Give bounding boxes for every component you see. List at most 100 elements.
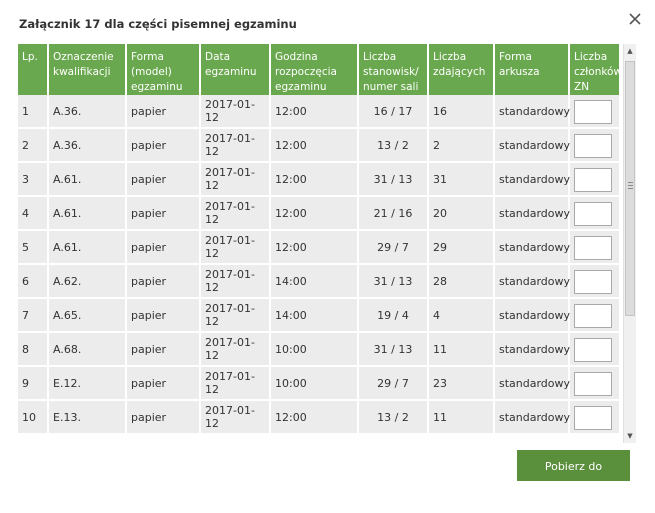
zn-members-input[interactable] bbox=[574, 235, 612, 260]
cell-qualification: A.61. bbox=[49, 163, 127, 197]
zn-members-input[interactable] bbox=[574, 337, 612, 362]
cell-zn-members bbox=[570, 95, 621, 129]
cell-qualification: E.12. bbox=[49, 367, 127, 401]
cell-sheet-form: standardowy bbox=[495, 129, 570, 163]
cell-lp: 4 bbox=[18, 197, 49, 231]
cell-zn-members bbox=[570, 231, 621, 265]
zn-members-input[interactable] bbox=[574, 371, 612, 396]
cell-candidates: 23 bbox=[429, 367, 495, 401]
cell-exam-form: papier bbox=[127, 95, 201, 129]
cell-exam-date: 2017-01-12 bbox=[201, 197, 271, 231]
scrollbar-thumb[interactable] bbox=[625, 61, 635, 316]
zn-members-input[interactable] bbox=[574, 201, 612, 226]
cell-exam-form: papier bbox=[127, 129, 201, 163]
header-lp: Lp. bbox=[18, 44, 49, 95]
download-button[interactable]: Pobierz do wydruku bbox=[517, 450, 630, 504]
cell-lp: 9 bbox=[18, 367, 49, 401]
cell-exam-form: papier bbox=[127, 367, 201, 401]
cell-stations-room: 16 / 17 bbox=[359, 95, 429, 129]
cell-exam-date: 2017-01-12 bbox=[201, 265, 271, 299]
cell-zn-members bbox=[570, 163, 621, 197]
cell-stations-room: 29 / 7 bbox=[359, 367, 429, 401]
cell-zn-members bbox=[570, 129, 621, 163]
dialog-title: Załącznik 17 dla części pisemnej egzamin… bbox=[19, 17, 297, 31]
cell-sheet-form: standardowy bbox=[495, 163, 570, 197]
cell-candidates: 11 bbox=[429, 333, 495, 367]
cell-sheet-form: standardowy bbox=[495, 299, 570, 333]
cell-lp: 10 bbox=[18, 401, 49, 435]
cell-candidates: 28 bbox=[429, 265, 495, 299]
cell-exam-form: papier bbox=[127, 197, 201, 231]
cell-qualification: A.65. bbox=[49, 299, 127, 333]
cell-qualification: A.36. bbox=[49, 129, 127, 163]
cell-exam-form: papier bbox=[127, 333, 201, 367]
cell-stations-room: 19 / 4 bbox=[359, 299, 429, 333]
cell-lp: 3 bbox=[18, 163, 49, 197]
close-icon bbox=[629, 13, 641, 25]
header-qualification: Oznaczenie kwalifikacji bbox=[49, 44, 127, 95]
cell-qualification: A.62. bbox=[49, 265, 127, 299]
cell-exam-form: papier bbox=[127, 401, 201, 435]
cell-stations-room: 29 / 7 bbox=[359, 231, 429, 265]
cell-candidates: 20 bbox=[429, 197, 495, 231]
vertical-scrollbar[interactable]: ▲ ▼ bbox=[623, 44, 636, 443]
cell-candidates: 31 bbox=[429, 163, 495, 197]
cell-qualification: A.61. bbox=[49, 231, 127, 265]
cell-start-time: 12:00 bbox=[271, 95, 359, 129]
header-start-time: Godzina rozpoczęcia egzaminu bbox=[271, 44, 359, 95]
cell-exam-date: 2017-01-12 bbox=[201, 95, 271, 129]
cell-sheet-form: standardowy bbox=[495, 95, 570, 129]
cell-exam-date: 2017-01-12 bbox=[201, 231, 271, 265]
cell-lp: 1 bbox=[18, 95, 49, 129]
cell-stations-room: 13 / 2 bbox=[359, 129, 429, 163]
cell-stations-room: 31 / 13 bbox=[359, 265, 429, 299]
scroll-up-arrow-icon[interactable]: ▲ bbox=[624, 45, 636, 57]
cell-qualification: A.36. bbox=[49, 95, 127, 129]
scroll-down-arrow-icon[interactable]: ▼ bbox=[624, 430, 636, 442]
cell-exam-date: 2017-01-12 bbox=[201, 163, 271, 197]
cell-start-time: 12:00 bbox=[271, 231, 359, 265]
cell-exam-form: papier bbox=[127, 299, 201, 333]
close-button[interactable] bbox=[626, 10, 644, 28]
zn-members-input[interactable] bbox=[574, 269, 612, 294]
cell-zn-members bbox=[570, 367, 621, 401]
cell-exam-date: 2017-01-12 bbox=[201, 129, 271, 163]
cell-zn-members bbox=[570, 333, 621, 367]
header-zn-members: Liczba członków ZN bbox=[570, 44, 622, 95]
cell-sheet-form: standardowy bbox=[495, 231, 570, 265]
table-row: 2 A.36. papier 2017-01-12 12:00 13 / 2 2 standa… bbox=[18, 129, 621, 163]
cell-start-time: 12:00 bbox=[271, 401, 359, 435]
table-row: 5 A.61. papier 2017-01-12 12:00 29 / 7 29 stand… bbox=[18, 231, 621, 265]
zn-members-input[interactable] bbox=[574, 99, 612, 124]
cell-exam-form: papier bbox=[127, 231, 201, 265]
zn-members-input[interactable] bbox=[574, 405, 612, 430]
cell-candidates: 29 bbox=[429, 231, 495, 265]
zn-members-input[interactable] bbox=[574, 303, 612, 328]
header-stations-room: Liczba stanowisk/ numer sali bbox=[359, 44, 429, 95]
header-exam-form: Forma (model) egzaminu bbox=[127, 44, 201, 95]
zn-members-input[interactable] bbox=[574, 167, 612, 192]
table-header-row: Lp. Oznaczenie kwalifikacji Forma (model) … bbox=[18, 44, 622, 95]
data-table: Lp. Oznaczenie kwalifikacji Forma (model) … bbox=[18, 44, 622, 435]
table-row: 9 E.12. papier 2017-01-12 10:00 29 / 7 23 stand… bbox=[18, 367, 621, 401]
table-row: 10 E.13. papier 2017-01-12 12:00 13 / 2 11 stan… bbox=[18, 401, 621, 435]
cell-zn-members bbox=[570, 401, 621, 435]
table-row: 8 A.68. papier 2017-01-12 10:00 31 / 13 11 stan… bbox=[18, 333, 621, 367]
header-candidates: Liczba zdających bbox=[429, 44, 495, 95]
header-sheet-form: Forma arkusza bbox=[495, 44, 570, 95]
cell-candidates: 4 bbox=[429, 299, 495, 333]
table-row: 3 A.61. papier 2017-01-12 12:00 31 / 13 31 stan… bbox=[18, 163, 621, 197]
cell-sheet-form: standardowy bbox=[495, 265, 570, 299]
table-container: Lp. Oznaczenie kwalifikacji Forma (model) … bbox=[18, 44, 623, 443]
zn-members-input[interactable] bbox=[574, 133, 612, 158]
cell-lp: 7 bbox=[18, 299, 49, 333]
cell-lp: 6 bbox=[18, 265, 49, 299]
cell-lp: 5 bbox=[18, 231, 49, 265]
cell-zn-members bbox=[570, 299, 621, 333]
cell-zn-members bbox=[570, 265, 621, 299]
cell-stations-room: 31 / 13 bbox=[359, 163, 429, 197]
cell-sheet-form: standardowy bbox=[495, 367, 570, 401]
cell-candidates: 11 bbox=[429, 401, 495, 435]
cell-exam-form: papier bbox=[127, 265, 201, 299]
header-exam-date: Data egzaminu bbox=[201, 44, 271, 95]
